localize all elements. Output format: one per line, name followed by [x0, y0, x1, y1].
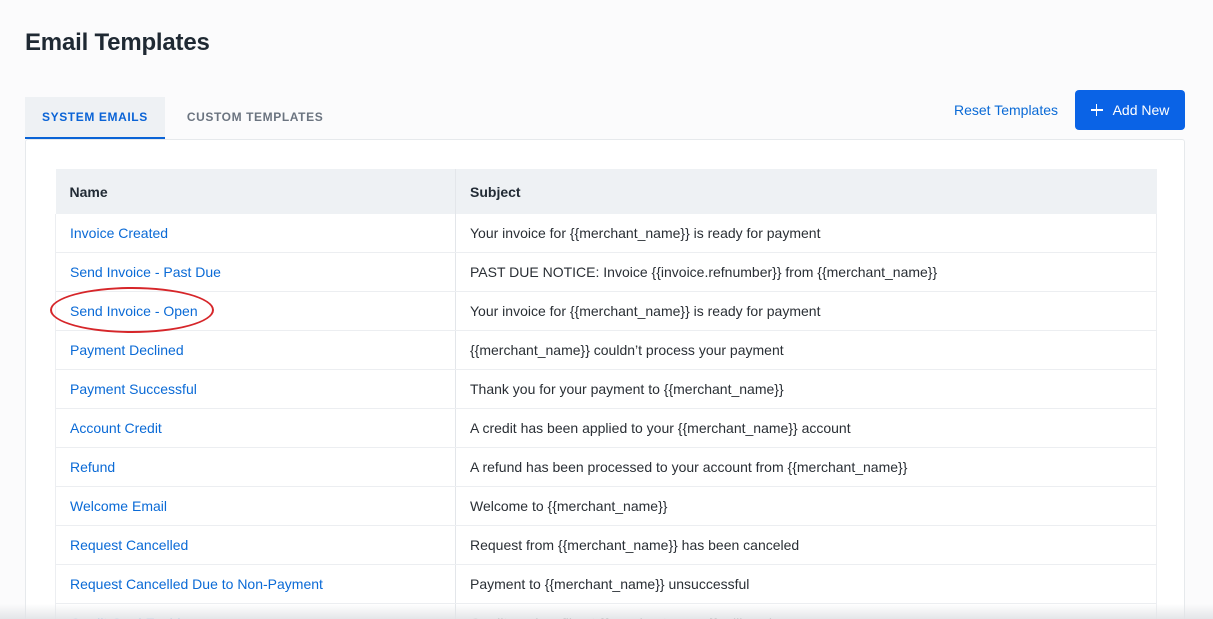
templates-table: Name Subject Invoice Created Your invoic… [55, 169, 1157, 619]
template-name-link[interactable]: Welcome Email [55, 486, 456, 526]
template-subject: Thank you for your payment to {{merchant… [455, 369, 1157, 409]
template-subject: Payment to {{merchant_name}} unsuccessfu… [455, 564, 1157, 604]
table-row: Request Cancelled Request from {{merchan… [55, 525, 1157, 565]
tab-custom-templates[interactable]: CUSTOM TEMPLATES [165, 97, 341, 139]
page-title: Email Templates [25, 29, 210, 56]
template-name-link[interactable]: Invoice Created [55, 214, 456, 253]
email-templates-page: Email Templates SYSTEM EMAILS CUSTOM TEM… [0, 0, 1213, 619]
template-subject: Your invoice for {{merchant_name}} is re… [455, 214, 1157, 253]
template-tabs: SYSTEM EMAILS CUSTOM TEMPLATES [25, 97, 340, 139]
template-name-link[interactable]: Send Invoice - Past Due [55, 252, 456, 292]
template-subject: A refund has been processed to your acco… [455, 447, 1157, 487]
template-name-link[interactable]: Payment Declined [55, 330, 456, 370]
template-name-link[interactable]: Request Cancelled Due to Non-Payment [55, 564, 456, 604]
table-row: Send Invoice - Past Due PAST DUE NOTICE:… [55, 252, 1157, 292]
template-subject: PAST DUE NOTICE: Invoice {{invoice.refnu… [455, 252, 1157, 292]
template-subject: Credit card on file at {{merchant_name}}… [455, 603, 1157, 619]
reset-templates-link[interactable]: Reset Templates [954, 101, 1058, 119]
add-new-label: Add New [1112, 102, 1170, 118]
template-subject: A credit has been applied to your {{merc… [455, 408, 1157, 448]
template-subject: Request from {{merchant_name}} has been … [455, 525, 1157, 565]
templates-card: Name Subject Invoice Created Your invoic… [25, 139, 1185, 619]
tab-system-emails[interactable]: SYSTEM EMAILS [25, 97, 165, 139]
template-subject: {{merchant_name}} couldn’t process your … [455, 330, 1157, 370]
table-row: Invoice Created Your invoice for {{merch… [55, 214, 1157, 253]
template-name-link[interactable]: Refund [55, 447, 456, 487]
table-row: Refund A refund has been processed to yo… [55, 447, 1157, 487]
template-name-link[interactable]: Payment Successful [55, 369, 456, 409]
template-name-link[interactable]: Send Invoice - Open [55, 291, 456, 331]
table-row: Payment Successful Thank you for your pa… [55, 369, 1157, 409]
template-subject: Your invoice for {{merchant_name}} is re… [455, 291, 1157, 331]
table-row: Payment Declined {{merchant_name}} could… [55, 330, 1157, 370]
template-name-link[interactable]: Account Credit [55, 408, 456, 448]
template-name-link[interactable]: Credit Card Expiring [55, 603, 456, 619]
table-row: Welcome Email Welcome to {{merchant_name… [55, 486, 1157, 526]
table-row: Credit Card Expiring Credit card on file… [55, 603, 1157, 619]
column-header-name[interactable]: Name [55, 169, 456, 214]
table-header-row: Name Subject [55, 169, 1157, 214]
template-subject: Welcome to {{merchant_name}} [455, 486, 1157, 526]
table-row: Send Invoice - Open Your invoice for {{m… [55, 291, 1157, 331]
add-new-button[interactable]: Add New [1075, 90, 1185, 130]
plus-icon [1090, 104, 1103, 116]
column-header-subject[interactable]: Subject [455, 169, 1157, 214]
table-row: Request Cancelled Due to Non-Payment Pay… [55, 564, 1157, 604]
table-row: Account Credit A credit has been applied… [55, 408, 1157, 448]
template-name-link[interactable]: Request Cancelled [55, 525, 456, 565]
